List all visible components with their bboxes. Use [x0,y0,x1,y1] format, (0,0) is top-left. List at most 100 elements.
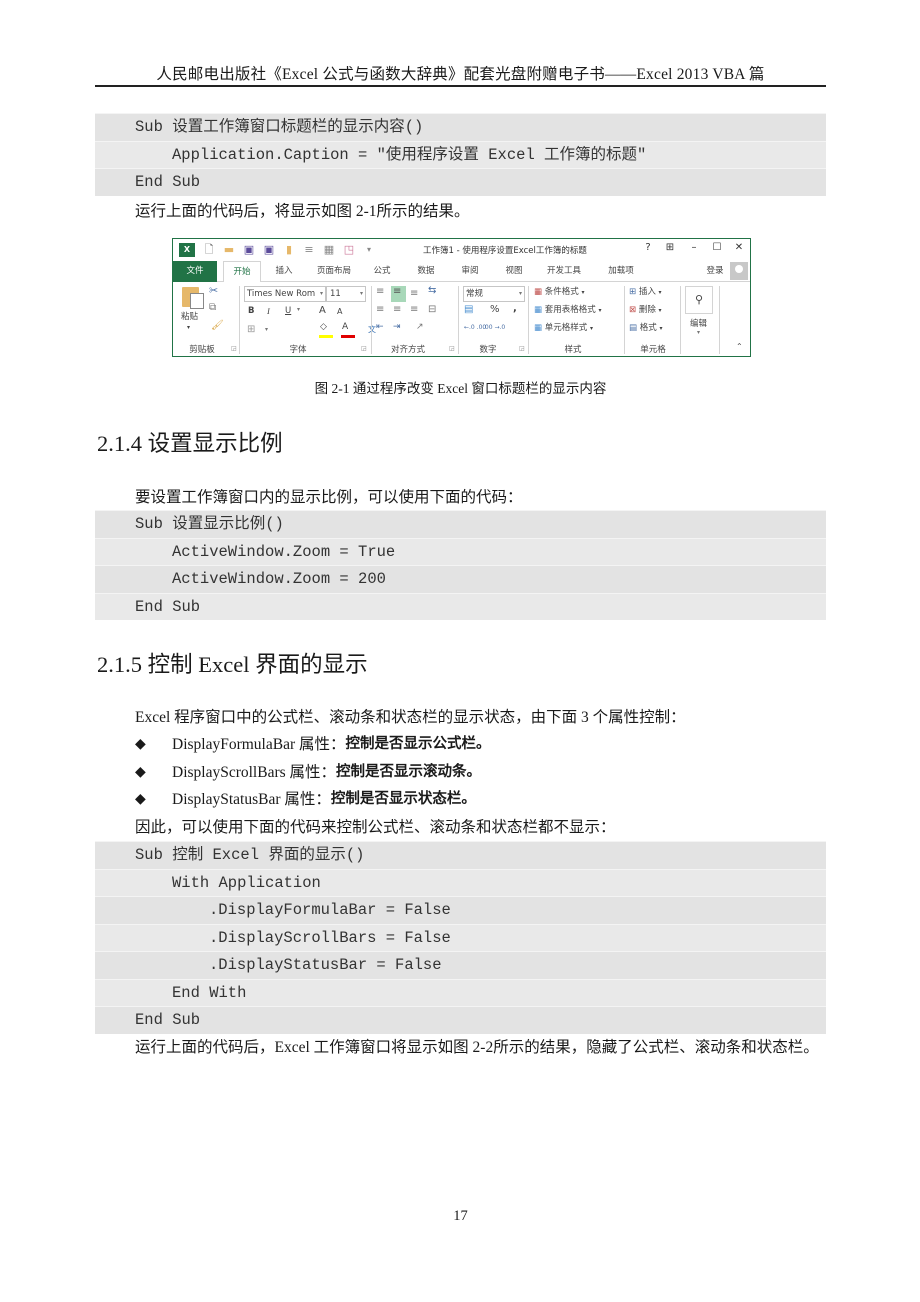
italic-button[interactable]: I [267,306,270,316]
shrink-font-button[interactable]: A [337,307,342,316]
comma-style-button[interactable]: , [513,303,517,314]
ribbon-display-options-button[interactable]: ⊞ [661,242,679,253]
borders-dropdown-icon[interactable]: ▾ [265,326,268,333]
minimize-button[interactable]: – [685,242,703,253]
window-title: 工作簿1 - 使用程序设置Excel工作簿的标题 [423,246,587,256]
sign-in-link[interactable]: 登录 [703,261,727,282]
chevron-down-icon: ▾ [319,290,323,297]
grow-font-button[interactable]: A [319,305,326,316]
align-center-icon[interactable]: ≡ [393,304,401,315]
collapse-ribbon-icon[interactable]: ⌃ [736,342,743,351]
tab-review[interactable]: 审阅 [455,261,485,282]
align-right-icon[interactable]: ≡ [410,304,418,315]
paragraph: 运行上面的代码后，Excel 工作簿窗口将显示如图 2-2所示的结果，隐藏了公式… [135,1039,819,1056]
property-description: 控制是否显示滚动条。 [336,764,482,780]
format-as-table-label: 套用表格格式 [544,305,596,315]
editing-button[interactable]: 编辑 [690,317,707,329]
paste-dropdown-icon[interactable]: ▾ [187,324,190,331]
tab-home[interactable]: 开始 [223,261,261,283]
tab-file[interactable]: 文件 [173,261,217,282]
underline-button[interactable]: U [285,306,291,316]
merge-center-icon[interactable]: ⊟ [428,304,436,315]
paragraph: 因此，可以使用下面的代码来控制公式栏、滚动条和状态栏都不显示： [135,819,616,836]
alignment-launcher-icon[interactable]: ◲ [449,345,455,352]
tab-data[interactable]: 数据 [411,261,441,282]
group-separator [371,286,372,354]
format-cells-label: 格式 [639,323,657,333]
borders-icon[interactable]: ⊞ [247,324,255,335]
editing-dropdown-icon[interactable]: ▾ [697,329,700,336]
tab-add-ins[interactable]: 加载项 [601,261,641,282]
phonetic-guide-button[interactable]: 文 [368,324,376,335]
bold-button[interactable]: B [248,306,254,316]
close-button[interactable]: ✕ [730,242,748,253]
format-cells-icon: ▤ [629,323,638,333]
tab-formulas[interactable]: 公式 [367,261,397,282]
accounting-format-icon[interactable]: ▤ [464,304,473,315]
find-select-icon[interactable]: ⚲ [685,286,713,314]
maximize-button[interactable]: ☐ [708,242,726,253]
paste-icon[interactable] [182,287,204,309]
bottom-align-icon[interactable]: ≡ [410,288,418,299]
folder-icon[interactable]: ▮ [279,242,299,258]
code-line: ActiveWindow.Zoom = True [95,537,826,565]
code-line: With Application [95,868,826,896]
tab-insert[interactable]: 插入 [267,261,301,282]
format-cells-button[interactable]: ▤ 格式 ▾ [629,321,662,333]
conditional-formatting-label: 条件格式 [544,287,579,297]
tab-page-layout[interactable]: 页面布局 [311,261,357,282]
align-left-icon[interactable]: ≡ [376,304,384,315]
font-size-combobox[interactable]: 11 ▾ [326,286,366,302]
list-item: ◆ DisplayFormulaBar 属性： 控制是否显示公式栏。 [135,731,491,758]
new-file-icon[interactable]: 🗋 [199,242,219,258]
font-size-value: 11 [330,289,341,299]
percent-style-button[interactable]: % [490,304,500,315]
font-launcher-icon[interactable]: ◲ [361,345,367,352]
group-label-clipboard: 剪贴板 [189,345,215,355]
decrease-indent-icon[interactable]: ⇤ [376,322,384,332]
chart-icon[interactable]: ▦ [319,242,339,258]
number-format-combobox[interactable]: 常规 ▾ [463,286,525,302]
image-icon[interactable]: ◳ [339,242,359,258]
group-label-alignment: 对齐方式 [390,345,425,355]
insert-cells-button[interactable]: ⊞ 插入 ▾ [629,285,662,297]
increase-indent-icon[interactable]: ⇥ [393,322,401,332]
customize-qat-icon[interactable]: ▾ [359,242,379,258]
format-painter-icon[interactable]: 🖌 [211,320,224,331]
running-header: 人民邮电出版社《Excel 公式与函数大辞典》配套光盘附赠电子书——Excel … [156,66,765,83]
code-line: ActiveWindow.Zoom = 200 [95,565,826,593]
tab-developer[interactable]: 开发工具 [541,261,587,282]
code-line: Sub 设置显示比例() [95,510,826,538]
tab-view[interactable]: 视图 [499,261,529,282]
middle-align-icon[interactable]: ≡ [393,286,401,297]
fill-color-icon[interactable]: ◇ [320,322,327,332]
cell-styles-button[interactable]: ▦ 单元格样式 ▾ [534,321,593,333]
clipboard-launcher-icon[interactable]: ◲ [231,345,237,352]
delete-cells-label: 删除 [638,305,656,315]
paste-button-label[interactable]: 粘贴 [181,310,198,322]
orientation-icon[interactable]: ↗ [416,322,424,332]
number-launcher-icon[interactable]: ◲ [519,345,525,352]
user-avatar-icon[interactable] [730,262,748,280]
save-as-icon[interactable]: ▣ [259,242,279,258]
chevron-down-icon: ▾ [359,290,363,297]
font-color-button[interactable]: A [342,322,348,332]
format-as-table-button[interactable]: ▦ 套用表格格式 ▾ [534,303,601,315]
decrease-decimal-button[interactable]: .00 →.0 [483,324,505,331]
help-button[interactable]: ? [639,242,657,253]
wrap-text-icon[interactable]: ⇆ [428,285,436,296]
conditional-formatting-button[interactable]: ▦ 条件格式 ▾ [534,285,584,297]
top-align-icon[interactable]: ≡ [376,286,384,297]
figure-caption: 图 2-1 通过程序改变 Excel 窗口标题栏的显示内容 [314,381,607,396]
align-icon[interactable]: ≡ [299,242,319,258]
save-icon[interactable]: ▣ [239,242,259,258]
underline-dropdown-icon[interactable]: ▾ [297,306,300,313]
section-heading-2-1-4: 2.1.4 设置显示比例 [97,431,283,456]
font-name-combobox[interactable]: Times New Rom ▾ [244,286,326,302]
open-folder-icon[interactable]: ▬ [219,242,239,258]
font-name-value: Times New Rom [247,289,316,299]
cut-icon[interactable]: ✂ [209,284,218,297]
copy-icon[interactable]: ⧉ [209,302,216,313]
delete-cells-button[interactable]: ⊠ 删除 ▾ [629,303,662,315]
code-line: End Sub [95,1006,826,1034]
